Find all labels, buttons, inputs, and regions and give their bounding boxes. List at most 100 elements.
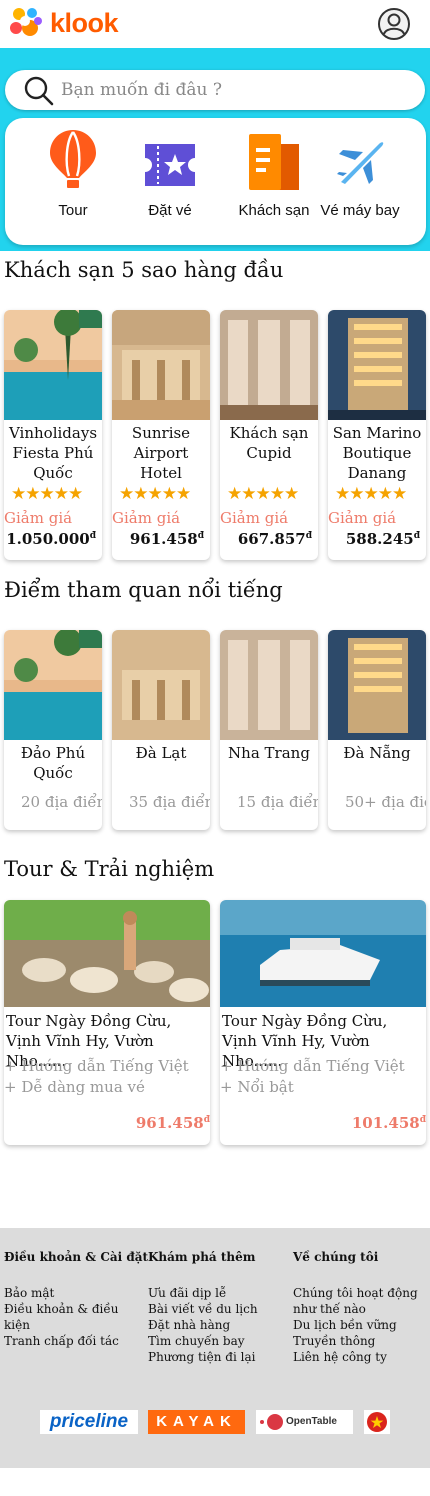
tour-card[interactable]: Tour Ngày Đồng Cừu, Vịnh Vĩnh Hy, Vườn N… (220, 900, 426, 1145)
category-tickets[interactable]: Đặt vé (130, 128, 210, 221)
tour-card[interactable]: Tour Ngày Đồng Cừu, Vịnh Vĩnh Hy, Vườn N… (4, 900, 210, 1145)
brand-name: klook (50, 7, 119, 38)
attraction-count: 20 địa điểm (21, 793, 102, 811)
footer-link[interactable]: Bài viết về du lịch (148, 1301, 288, 1317)
vietnam-flag-icon[interactable] (364, 1410, 390, 1434)
opentable-logo[interactable]: OpenTable (256, 1410, 353, 1434)
hotel-photo (112, 310, 210, 420)
category-label: Vé máy bay (320, 202, 400, 219)
hotel-price: 667.857đ (237, 530, 312, 548)
hotel-photo (220, 310, 318, 420)
attraction-photo (112, 630, 210, 740)
footer-link[interactable]: Tranh chấp đối tác (4, 1333, 144, 1349)
footer-column-about: Về chúng tôi Chúng tôi hoạt động như thế… (293, 1250, 418, 1365)
footer-link[interactable]: Đặt nhà hàng (148, 1317, 288, 1333)
hotel-photo (4, 310, 102, 420)
footer-link[interactable]: Bảo mật (4, 1285, 144, 1301)
tour-photo (4, 900, 210, 1007)
tour-photo (220, 900, 426, 1007)
tour-feature: + Dễ dàng mua vé (4, 1078, 145, 1096)
attraction-card[interactable]: Nha Trang 15 địa điểm (220, 630, 318, 830)
hotels-section-title: Khách sạn 5 sao hàng đầu (4, 258, 284, 282)
footer-link[interactable]: Chúng tôi hoạt động như thế nào (293, 1285, 418, 1317)
footer-link[interactable]: Phương tiện đi lại (148, 1349, 288, 1365)
hotel-price: 1.050.000đ (6, 530, 96, 548)
tour-price: 961.458đ (135, 1114, 210, 1132)
attraction-photo (220, 630, 318, 740)
footer-link[interactable]: Tìm chuyến bay (148, 1333, 288, 1349)
hotel-name: Sunrise Airport Hotel (131, 424, 191, 482)
tour-feature: + Nổi bật (220, 1078, 294, 1096)
search-icon (24, 76, 54, 106)
attraction-name: Đà Lạt (135, 744, 187, 762)
hotel-card[interactable]: Sunrise Airport Hotel ★★★★★ Giảm giá 961… (112, 310, 210, 560)
footer-column-title: Điều khoản & Cài đặt (4, 1250, 149, 1264)
search-input[interactable] (61, 76, 411, 104)
hotel-card[interactable]: San Marino Boutique Danang ★★★★★ Giảm gi… (328, 310, 426, 560)
hot-air-balloon-icon (50, 130, 96, 188)
attraction-card[interactable]: Đảo Phú Quốc 20 địa điểm (4, 630, 102, 830)
kayak-logo[interactable]: KAYAK (148, 1410, 245, 1434)
star-rating: ★★★★★ (11, 484, 83, 504)
attraction-photo (328, 630, 426, 740)
footer-link[interactable]: Ưu đãi dịp lễ (148, 1285, 288, 1301)
star-rating: ★★★★★ (119, 484, 191, 504)
category-label: Đặt vé (148, 202, 192, 219)
hotel-price: 961.458đ (129, 530, 204, 548)
footer-link[interactable]: Truyền thông (293, 1333, 418, 1349)
hotel-name: San Marino Boutique Danang (332, 424, 422, 482)
klook-logo[interactable]: klook (8, 6, 119, 40)
discount-label: Giảm giá (328, 509, 397, 527)
attraction-count: 50+ địa điểm (345, 793, 426, 811)
hotel-name: Vinholidays Fiesta Phú Quốc (8, 424, 98, 482)
tour-feature: + Hướng dẫn Tiếng Việt (220, 1057, 405, 1075)
footer-column-explore: Khám phá thêm Ưu đãi dịp lễ Bài viết về … (148, 1250, 288, 1365)
tour-feature: + Hướng dẫn Tiếng Việt (4, 1057, 189, 1075)
footer-link[interactable]: Du lịch bền vững (293, 1317, 418, 1333)
footer-column-title: Khám phá thêm (148, 1250, 256, 1264)
hotel-price: 588.245đ (345, 530, 420, 548)
hero-banner: Tour Đặt vé Khác (0, 48, 430, 251)
opentable-circle-icon (267, 1414, 283, 1430)
footer: Điều khoản & Cài đặt Bảo mật Điều khoản … (0, 1228, 430, 1468)
category-panel: Tour Đặt vé Khách sạn Vé máy bay (5, 118, 426, 245)
attraction-count: 35 địa điểm (129, 793, 210, 811)
category-hotel[interactable]: Khách sạn (234, 128, 314, 221)
opentable-dot-icon (260, 1420, 264, 1424)
star-rating: ★★★★★ (335, 484, 407, 504)
attraction-name: Đà Nẵng (343, 744, 411, 762)
search-bar[interactable] (5, 70, 425, 110)
footer-link[interactable]: Liên hệ công ty (293, 1349, 418, 1365)
hotel-name: Khách sạn Cupid (229, 424, 309, 462)
discount-label: Giảm giá (4, 509, 73, 527)
attraction-count: 15 địa điểm (237, 793, 318, 811)
footer-column-terms: Điều khoản & Cài đặt Bảo mật Điều khoản … (4, 1250, 149, 1349)
attraction-card[interactable]: Đà Lạt 35 địa điểm (112, 630, 210, 830)
attraction-card[interactable]: Đà Nẵng 50+ địa điểm (328, 630, 426, 830)
discount-label: Giảm giá (112, 509, 181, 527)
hotel-photo (328, 310, 426, 420)
hotel-card[interactable]: Khách sạn Cupid ★★★★★ Giảm giá 667.857đ (220, 310, 318, 560)
category-label: Khách sạn (238, 202, 310, 219)
footer-link[interactable]: Điều khoản & điều kiện (4, 1301, 124, 1333)
discount-label: Giảm giá (220, 509, 289, 527)
partner-logos: priceline KAYAK OpenTable (0, 1410, 430, 1434)
klook-logo-icon (10, 8, 42, 36)
priceline-logo[interactable]: priceline (40, 1410, 138, 1434)
attractions-section-title: Điểm tham quan nổi tiếng (4, 578, 283, 602)
user-avatar-icon[interactable] (378, 8, 410, 40)
category-tour[interactable]: Tour (33, 128, 113, 221)
hotel-icon (249, 134, 299, 190)
tour-price: 101.458đ (351, 1114, 426, 1132)
category-label: Tour (58, 202, 88, 219)
attraction-photo (4, 630, 102, 740)
attraction-name: Nha Trang (228, 744, 310, 762)
star-rating: ★★★★★ (227, 484, 299, 504)
hotel-card[interactable]: Vinholidays Fiesta Phú Quốc ★★★★★ Giảm g… (4, 310, 102, 560)
airplane-icon (337, 142, 384, 184)
attraction-name: Đảo Phú Quốc (20, 744, 86, 782)
footer-column-title: Về chúng tôi (293, 1250, 379, 1264)
top-bar: klook (0, 0, 430, 48)
category-flights[interactable]: Vé máy bay (320, 128, 400, 221)
ticket-icon (145, 144, 195, 186)
